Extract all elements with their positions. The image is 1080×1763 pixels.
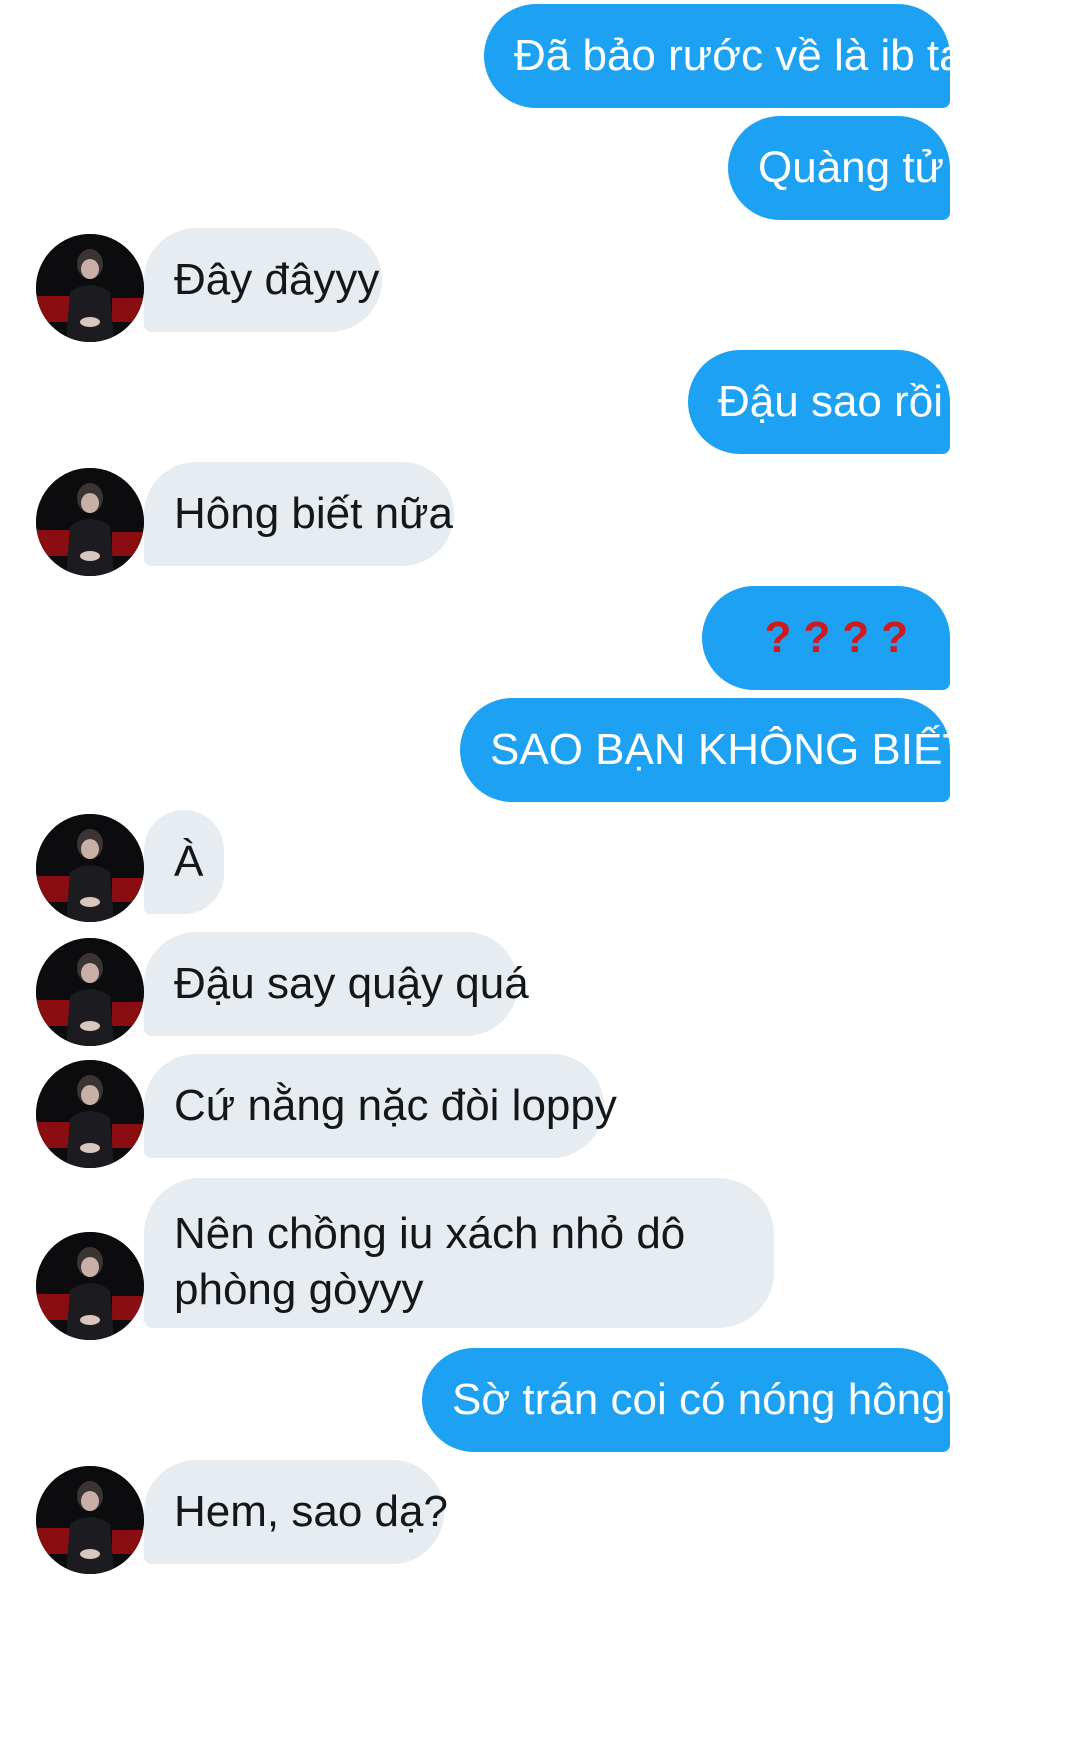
message-text: SAO BẠN KHÔNG BIẾT?: [490, 725, 994, 774]
message-outgoing[interactable]: Sờ trán coi có nóng hông?: [422, 1348, 970, 1452]
contact-avatar[interactable]: [36, 1466, 144, 1574]
message-text: Nên chồng iu xách nhỏ dô phòng gòyyy: [174, 1209, 686, 1314]
message-text: Hông biết nữa: [174, 489, 453, 538]
message-incoming[interactable]: Đây đâyyy: [144, 228, 382, 332]
message-text: Đậu say quậy quá: [174, 959, 529, 1008]
avatar-photo-icon: [36, 814, 144, 922]
message-text: Sờ trán coi có nóng hông?: [452, 1375, 971, 1424]
message-outgoing[interactable]: Đã bảo rước về là ib tao: [484, 4, 988, 108]
message-incoming[interactable]: Nên chồng iu xách nhỏ dô phòng gòyyy: [144, 1178, 774, 1328]
question-marks-text: ????: [764, 613, 920, 662]
message-outgoing[interactable]: Quàng tử: [728, 116, 950, 220]
message-outgoing[interactable]: SAO BẠN KHÔNG BIẾT?: [460, 698, 994, 802]
message-outgoing[interactable]: Đậu sao rồi: [688, 350, 950, 454]
message-text: Đã bảo rước về là ib tao: [514, 31, 989, 80]
message-incoming[interactable]: Hem, sao dạ?: [144, 1460, 448, 1564]
message-text: À: [174, 837, 204, 886]
contact-avatar[interactable]: [36, 234, 144, 342]
message-text: Hem, sao dạ?: [174, 1487, 448, 1536]
avatar-photo-icon: [36, 1466, 144, 1574]
avatar-photo-icon: [36, 938, 144, 1046]
message-incoming[interactable]: À: [144, 810, 224, 914]
contact-avatar[interactable]: [36, 938, 144, 1046]
message-incoming[interactable]: Hông biết nữa: [144, 462, 454, 566]
message-outgoing[interactable]: ????: [702, 586, 950, 690]
avatar-photo-icon: [36, 468, 144, 576]
contact-avatar[interactable]: [36, 468, 144, 576]
avatar-photo-icon: [36, 1232, 144, 1340]
message-text: Đậu sao rồi: [718, 377, 944, 426]
message-text: Quàng tử: [758, 143, 945, 192]
message-text: Đây đâyyy: [174, 255, 380, 304]
message-incoming[interactable]: Đậu say quậy quá: [144, 932, 529, 1036]
contact-avatar[interactable]: [36, 1060, 144, 1168]
avatar-photo-icon: [36, 1060, 144, 1168]
avatar-photo-icon: [36, 234, 144, 342]
contact-avatar[interactable]: [36, 1232, 144, 1340]
message-text: Cứ nằng nặc đòi loppy: [174, 1081, 617, 1130]
contact-avatar[interactable]: [36, 814, 144, 922]
message-incoming[interactable]: Cứ nằng nặc đòi loppy: [144, 1054, 617, 1158]
